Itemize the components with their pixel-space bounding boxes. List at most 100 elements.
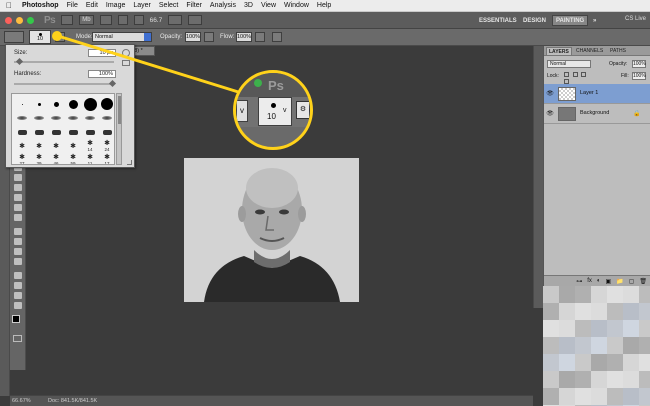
menu-help[interactable]: Help [313, 2, 335, 9]
pixel-block [607, 286, 623, 303]
brush-preset-picker[interactable]: 10 [29, 30, 51, 44]
pressure-opacity-icon[interactable] [204, 32, 214, 42]
pressure-size-icon[interactable] [272, 32, 282, 42]
zoom-level[interactable]: 66.7 [150, 17, 163, 24]
maximize-window-icon[interactable] [27, 16, 34, 24]
hardness-field[interactable]: 100% [88, 70, 116, 78]
soft-brush-icon [34, 116, 44, 120]
lock-icons[interactable] [564, 72, 594, 84]
panel-dock-strip[interactable] [533, 46, 543, 308]
workspace-painting[interactable]: PAINTING [552, 15, 589, 26]
visibility-eye-icon[interactable]: 👁 [546, 110, 554, 118]
opacity-field[interactable]: 100% [185, 32, 201, 42]
menu-3d[interactable]: 3D [240, 2, 257, 9]
document-canvas-photo[interactable] [184, 158, 359, 302]
layer-row-layer-1[interactable]: 👁 Layer 1 [544, 84, 650, 104]
type-tool-icon[interactable] [14, 238, 22, 245]
flow-field[interactable]: 100% [236, 32, 252, 42]
airbrush-icon[interactable] [255, 32, 265, 42]
magnifier-callout: Ps v 10 v ⚙ [233, 70, 313, 150]
tab-paths[interactable]: PATHS [608, 47, 628, 55]
minimize-window-icon[interactable] [16, 16, 23, 24]
brush-preset-cell[interactable]: ✱ 39 [31, 152, 47, 164]
mode-select[interactable]: Normal [92, 32, 152, 42]
screen-mode-button[interactable] [188, 15, 203, 25]
menu-layer[interactable]: Layer [129, 2, 155, 9]
workspace-design[interactable]: DESIGN [520, 15, 549, 26]
menu-analysis[interactable]: Analysis [206, 2, 240, 9]
workspace-essentials[interactable]: ESSENTIALS [476, 15, 520, 26]
special-brush-icon: ✱ [19, 142, 25, 150]
scrollbar-thumb[interactable] [118, 96, 121, 124]
tab-layers[interactable]: LAYERS [546, 47, 572, 55]
menu-app-name[interactable]: Photoshop [18, 2, 63, 9]
brush-preset-cell[interactable]: ✱ 11 [82, 152, 98, 164]
gradient-tool-icon[interactable] [14, 194, 22, 201]
3d-orbit-tool-icon[interactable] [14, 282, 22, 289]
lock-transparency-icon[interactable] [564, 72, 569, 77]
trash-icon[interactable]: 🗑 [639, 278, 647, 285]
lock-pixels-icon[interactable] [572, 72, 578, 77]
layer-mask-icon[interactable]: ◐ [597, 278, 601, 284]
extras-button[interactable] [99, 15, 112, 25]
layer-opacity-field[interactable]: 100% [632, 60, 646, 68]
new-group-icon[interactable]: 📁 [616, 278, 623, 285]
brush-preset-cell[interactable]: ✱ 17 [99, 152, 114, 164]
bridge-button[interactable] [61, 15, 74, 25]
brush-preset-cell[interactable]: ✱ 27 [14, 152, 30, 164]
tool-preset-picker[interactable] [4, 31, 24, 43]
tab-channels[interactable]: CHANNELS [574, 47, 605, 55]
hardness-slider[interactable] [14, 83, 114, 85]
brush-preset-cell[interactable]: ✱ 46 [48, 152, 64, 164]
lock-position-icon[interactable] [581, 72, 587, 77]
resize-handle-icon[interactable] [127, 160, 132, 165]
adjustment-layer-icon[interactable]: ▣ [606, 278, 612, 285]
size-slider-thumb[interactable] [15, 57, 24, 66]
quick-mask-icon[interactable] [13, 335, 22, 342]
menu-file[interactable]: File [63, 2, 82, 9]
pen-tool-icon[interactable] [14, 228, 22, 235]
brush-preset-cell[interactable]: ✱ 59 [65, 152, 81, 164]
new-layer-icon[interactable]: ▢ [629, 278, 635, 285]
menu-view[interactable]: View [257, 2, 280, 9]
foreground-color-swatch[interactable] [12, 315, 20, 323]
shape-tool-icon[interactable] [14, 258, 22, 265]
hand-tool-button[interactable] [117, 15, 128, 25]
blend-mode-select[interactable]: Normal [547, 60, 591, 68]
dodge-tool-icon[interactable] [14, 214, 22, 221]
size-field[interactable]: 10 px [88, 49, 116, 57]
layer-row-background[interactable]: 👁 Background 🔒 [544, 104, 650, 124]
hardness-slider-thumb[interactable] [108, 79, 117, 88]
layers-panel-footer: ⊶ fx ◐ ▣ 📁 ▢ 🗑 [544, 275, 650, 286]
zoom-tool-icon[interactable] [14, 302, 22, 309]
path-selection-tool-icon[interactable] [14, 248, 22, 255]
apple-icon[interactable]:  [0, 1, 18, 10]
fill-field[interactable]: 100% [632, 72, 646, 80]
hand-tool-icon[interactable] [14, 292, 22, 299]
more-workspaces-icon[interactable]: » [590, 15, 599, 26]
size-slider[interactable] [14, 61, 114, 63]
menu-edit[interactable]: Edit [82, 2, 102, 9]
menu-window[interactable]: Window [280, 2, 313, 9]
brush-panel-toggle-icon[interactable] [55, 32, 65, 42]
eraser-tool-icon[interactable] [14, 184, 22, 191]
3d-rotate-tool-icon[interactable] [14, 272, 22, 279]
brush-grid-scrollbar[interactable] [116, 93, 122, 165]
size-reset-icon[interactable] [122, 49, 130, 57]
menu-filter[interactable]: Filter [182, 2, 206, 9]
arrange-documents-button[interactable] [168, 15, 183, 25]
new-preset-icon[interactable] [122, 60, 130, 66]
layer-style-icon[interactable]: fx [587, 278, 592, 284]
visibility-eye-icon[interactable]: 👁 [546, 90, 554, 98]
menu-select[interactable]: Select [155, 2, 182, 9]
status-zoom[interactable]: 66.67% [10, 398, 46, 404]
mini-bridge-button[interactable]: Mb [79, 15, 94, 25]
blur-tool-icon[interactable] [14, 204, 22, 211]
link-layers-icon[interactable]: ⊶ [576, 278, 582, 285]
pixel-block [639, 354, 650, 371]
menu-image[interactable]: Image [102, 2, 129, 9]
zoom-tool-button[interactable] [133, 15, 144, 25]
history-brush-tool-icon[interactable] [14, 174, 22, 181]
close-window-icon[interactable] [5, 16, 12, 24]
cs-live-button[interactable]: CS Live [625, 16, 646, 22]
